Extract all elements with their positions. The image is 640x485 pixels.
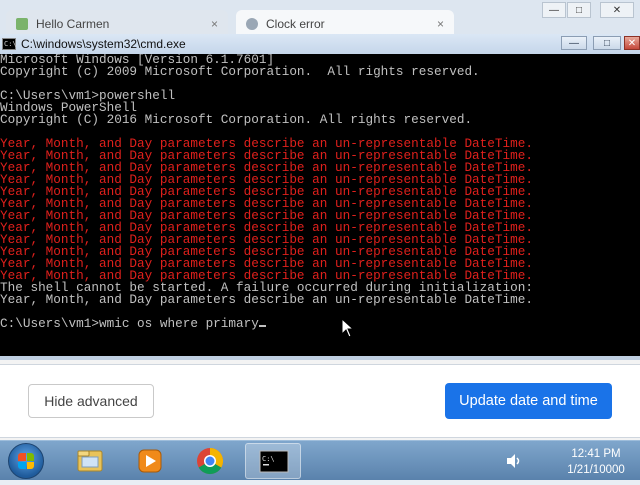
chrome-icon (197, 447, 224, 475)
taskbar-media-player[interactable] (122, 443, 178, 479)
console-line: Copyright (C) 2016 Microsoft Corporation… (0, 112, 473, 127)
taskbar-cmd[interactable]: C:\ (245, 443, 301, 479)
tab-favicon-icon (246, 18, 258, 30)
taskbar-file-explorer[interactable] (62, 443, 118, 479)
browser-close-button[interactable]: ✕ (600, 2, 634, 18)
taskbar: C:\ 12:41 PM 1/21/10000 (0, 440, 640, 480)
cmd-close-button[interactable]: ✕ (624, 36, 640, 50)
cmd-window: C:\ C:\windows\system32\cmd.exe — □ ✕ Mi… (0, 34, 640, 360)
browser-maximize-button[interactable]: □ (567, 2, 591, 18)
cmd-titlebar[interactable]: C:\ C:\windows\system32\cmd.exe — □ ✕ (0, 34, 640, 54)
mouse-pointer-icon (341, 318, 355, 338)
windows-logo-icon (18, 453, 34, 469)
taskbar-clock[interactable]: 12:41 PM 1/21/10000 (556, 446, 636, 478)
cmd-minimize-button[interactable]: — (561, 36, 587, 50)
console-line: Copyright (c) 2009 Microsoft Corporation… (0, 64, 480, 79)
update-date-time-button[interactable]: Update date and time (445, 383, 612, 419)
taskbar-chrome[interactable] (182, 443, 238, 479)
console-line: C:\Users\vm1>wmic os where primary (0, 317, 266, 330)
console-output[interactable]: Microsoft Windows [Version 6.1.7601] Copy… (0, 54, 640, 356)
text-caret (258, 325, 266, 327)
clock-time: 12:41 PM (571, 448, 621, 460)
date-time-settings-panel: Hide advanced Update date and time (0, 360, 640, 440)
hide-advanced-button[interactable]: Hide advanced (28, 384, 154, 418)
tab-close-icon[interactable]: × (211, 17, 218, 31)
volume-icon[interactable] (505, 453, 523, 469)
clock-date: 1/21/10000 (567, 464, 625, 476)
cmd-maximize-button[interactable]: □ (593, 36, 621, 50)
file-explorer-icon (77, 450, 103, 472)
cmd-icon: C:\ (2, 38, 17, 50)
svg-text:C:\: C:\ (262, 455, 275, 463)
cmd-icon: C:\ (259, 450, 289, 473)
console-line: Year, Month, and Day parameters describe… (0, 292, 533, 307)
tab-label: Hello Carmen (36, 17, 110, 31)
browser-tabstrip: Hello Carmen × Clock error × — □ ✕ (0, 0, 640, 38)
browser-minimize-button[interactable]: — (542, 2, 566, 18)
settings-action-bar: Hide advanced Update date and time (0, 364, 640, 438)
tab-favicon-icon (16, 18, 28, 30)
media-player-icon (138, 449, 162, 473)
cmd-window-title: C:\windows\system32\cmd.exe (21, 37, 186, 51)
tab-close-icon[interactable]: × (437, 17, 444, 31)
tab-label: Clock error (266, 17, 325, 31)
start-button[interactable] (8, 443, 44, 479)
